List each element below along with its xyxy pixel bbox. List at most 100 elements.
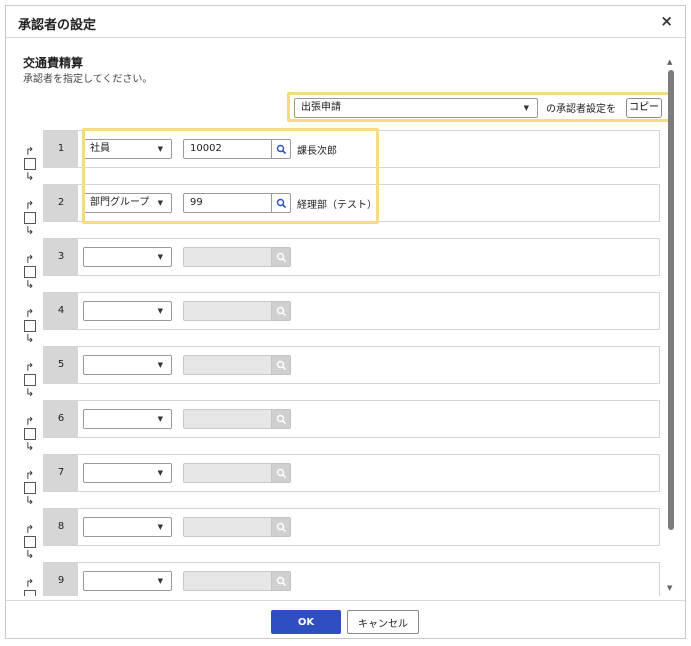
arrow-turn-up-icon[interactable]: ↱ <box>25 470 34 482</box>
row-checkbox[interactable] <box>24 212 36 224</box>
approver-code-input[interactable] <box>183 301 271 321</box>
cancel-button[interactable]: キャンセル <box>347 610 419 634</box>
approver-code-input[interactable] <box>183 517 271 537</box>
approver-row: 8 ▼ <box>43 508 660 546</box>
approver-code-input[interactable] <box>183 571 271 591</box>
search-icon[interactable] <box>271 571 291 591</box>
row-checkbox[interactable] <box>24 266 36 278</box>
approver-row: 7 ▼ <box>43 454 660 492</box>
approver-row: 2 部門グループ ▼ 99 経理部（テスト） <box>43 184 660 222</box>
copy-button[interactable]: コピー <box>626 98 662 118</box>
row-checkbox[interactable] <box>24 320 36 332</box>
chevron-down-icon: ▼ <box>157 361 163 369</box>
dialog-title: 承認者の設定 <box>18 18 97 33</box>
row-insert-control: ↱↳ <box>23 200 39 238</box>
chevron-down-icon: ▼ <box>157 523 163 531</box>
approver-row: 5 ▼ <box>43 346 660 384</box>
arrow-turn-down-icon[interactable]: ↳ <box>25 279 34 291</box>
chevron-down-icon: ▼ <box>157 577 163 585</box>
approver-list: ↱ ↳ 1 社員 ▼ 10002 課長次郎 ↱ ↳ 2 部門グループ ▼ 99 経理部（テスト） ↱ ↳ 3 ▼ ↱… <box>6 126 685 596</box>
approver-type-select[interactable]: 部門グループ ▼ <box>83 193 172 213</box>
chevron-down-icon: ▼ <box>157 415 163 423</box>
approver-code-input[interactable] <box>183 409 271 429</box>
row-number: 9 <box>44 563 78 596</box>
search-icon[interactable] <box>271 409 291 429</box>
row-checkbox[interactable] <box>24 158 36 170</box>
approver-type-select[interactable]: ▼ <box>83 463 172 483</box>
copy-source-value: 出張申請 <box>301 102 341 113</box>
arrow-turn-down-icon[interactable]: ↳ <box>25 225 34 237</box>
row-number: 6 <box>44 401 78 437</box>
vertical-scrollbar[interactable]: ▲ ▼ <box>665 58 677 592</box>
arrow-turn-down-icon[interactable]: ↳ <box>25 387 34 399</box>
approver-code-input[interactable]: 99 <box>183 193 271 213</box>
approver-name: 経理部（テスト） <box>297 200 377 211</box>
search-icon[interactable] <box>271 301 291 321</box>
arrow-turn-up-icon[interactable]: ↱ <box>25 146 34 158</box>
scroll-up-icon[interactable]: ▲ <box>667 58 672 66</box>
search-icon[interactable] <box>271 463 291 483</box>
arrow-turn-down-icon[interactable]: ↳ <box>25 333 34 345</box>
approver-settings-dialog: 承認者の設定 × 交通費精算 承認者を指定してください。 出張申請 ▼ の承認者… <box>5 5 686 639</box>
chevron-down-icon: ▼ <box>157 199 163 207</box>
approver-row: 4 ▼ <box>43 292 660 330</box>
row-checkbox[interactable] <box>24 590 36 596</box>
row-number: 7 <box>44 455 78 491</box>
approver-type-select[interactable]: ▼ <box>83 409 172 429</box>
row-insert-control: ↱↳ <box>23 416 39 454</box>
arrow-turn-up-icon[interactable]: ↱ <box>25 578 34 590</box>
arrow-turn-up-icon[interactable]: ↱ <box>25 524 34 536</box>
ok-button[interactable]: OK <box>271 610 341 634</box>
row-number: 1 <box>44 131 78 167</box>
row-checkbox[interactable] <box>24 374 36 386</box>
arrow-turn-down-icon[interactable]: ↳ <box>25 495 34 507</box>
arrow-turn-up-icon[interactable]: ↱ <box>25 362 34 374</box>
search-icon[interactable] <box>271 193 291 213</box>
section-description: 承認者を指定してください。 <box>23 74 153 85</box>
approver-type-select[interactable]: ▼ <box>83 247 172 267</box>
search-icon[interactable] <box>271 247 291 267</box>
arrow-turn-up-icon[interactable]: ↱ <box>25 416 34 428</box>
arrow-turn-down-icon[interactable]: ↳ <box>25 171 34 183</box>
approver-row: 9 ▼ <box>43 562 660 596</box>
arrow-turn-up-icon[interactable]: ↱ <box>25 308 34 320</box>
row-checkbox[interactable] <box>24 428 36 440</box>
row-insert-control: ↱↳ <box>23 524 39 562</box>
search-icon[interactable] <box>271 517 291 537</box>
arrow-turn-down-icon[interactable]: ↳ <box>25 549 34 561</box>
approver-type-select[interactable]: ▼ <box>83 355 172 375</box>
row-checkbox[interactable] <box>24 536 36 548</box>
row-number: 4 <box>44 293 78 329</box>
approver-row: 6 ▼ <box>43 400 660 438</box>
arrow-turn-down-icon[interactable]: ↳ <box>25 441 34 453</box>
scroll-down-icon[interactable]: ▼ <box>667 584 672 592</box>
copy-label: の承認者設定を <box>546 104 616 115</box>
approver-code-input[interactable] <box>183 355 271 375</box>
row-number: 3 <box>44 239 78 275</box>
search-icon[interactable] <box>271 355 291 375</box>
copy-source-select[interactable]: 出張申請 ▼ <box>294 98 538 118</box>
section-title: 交通費精算 <box>23 56 84 70</box>
chevron-down-icon: ▼ <box>157 253 163 261</box>
row-checkbox[interactable] <box>24 482 36 494</box>
dialog-footer: OK キャンセル <box>6 600 685 638</box>
arrow-turn-up-icon[interactable]: ↱ <box>25 200 34 212</box>
approver-type-select[interactable]: 社員 ▼ <box>83 139 172 159</box>
row-insert-control: ↱↳ <box>23 254 39 292</box>
approver-type-value: 社員 <box>90 143 110 154</box>
approver-type-value: 部門グループ <box>90 197 150 208</box>
search-icon[interactable] <box>271 139 291 159</box>
approver-type-select[interactable]: ▼ <box>83 301 172 321</box>
approver-type-select[interactable]: ▼ <box>83 571 172 591</box>
close-icon[interactable]: × <box>660 13 673 29</box>
row-insert-control: ↱↳ <box>23 308 39 346</box>
row-insert-control: ↱↳ <box>23 146 39 184</box>
arrow-turn-up-icon[interactable]: ↱ <box>25 254 34 266</box>
approver-code-input[interactable] <box>183 463 271 483</box>
approver-code-input[interactable]: 10002 <box>183 139 271 159</box>
row-insert-control: ↱↳ <box>23 470 39 508</box>
copy-settings-area: 出張申請 ▼ の承認者設定を コピー <box>287 92 671 122</box>
scroll-thumb[interactable] <box>668 70 674 530</box>
approver-type-select[interactable]: ▼ <box>83 517 172 537</box>
approver-code-input[interactable] <box>183 247 271 267</box>
